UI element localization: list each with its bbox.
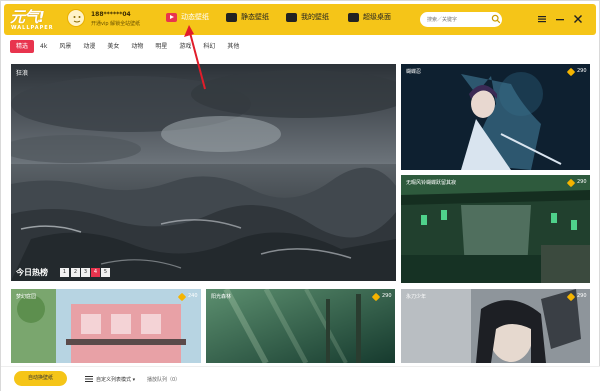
card-title: 阳光森林 [211, 294, 232, 300]
nav-static-wallpaper[interactable]: 静态壁纸 [226, 10, 269, 24]
price-badge: 290 [371, 292, 392, 301]
price-badge: 290 [566, 292, 587, 301]
annotation-arrow-icon [184, 25, 206, 90]
play-icon [166, 12, 177, 22]
logo-text: 元气! [10, 8, 45, 26]
playlist-button[interactable]: 播放队列（0） [147, 376, 180, 383]
minimize-icon[interactable] [554, 13, 566, 25]
nav-dynamic-wallpaper[interactable]: 动态壁纸 [166, 10, 209, 24]
nav-label: 超级桌面 [363, 13, 391, 21]
hero-wallpaper[interactable] [11, 64, 396, 281]
wallpaper-card[interactable]: 蝴蝶忍 290 [401, 64, 590, 170]
close-icon[interactable] [572, 13, 584, 25]
list-icon [85, 376, 93, 382]
card-title: 永刀少年 [406, 294, 427, 300]
folder-icon [286, 12, 297, 22]
page-button[interactable]: 1 [60, 268, 69, 277]
image-icon [226, 12, 237, 22]
page-button-active[interactable]: 4 [91, 268, 100, 277]
user-id[interactable]: 188******04 [91, 11, 131, 18]
thumbnail-image [206, 289, 395, 363]
price-badge: 290 [566, 178, 587, 187]
avatar[interactable] [67, 9, 85, 27]
nav-my-wallpaper[interactable]: 我的壁纸 [286, 10, 329, 24]
hot-list-title: 今日热榜 [16, 268, 48, 277]
category-tab[interactable]: 动漫 [77, 40, 101, 53]
app-window: 元气! WALLPAPER 188******04 开通vip 解锁全站壁纸 动… [0, 0, 600, 392]
price-badge: 290 [566, 67, 587, 76]
category-tab[interactable]: 4k [34, 40, 53, 53]
hero-title: 狂浪 [16, 70, 29, 77]
wallpaper-card[interactable]: 梦幻庭园 240 [11, 289, 201, 363]
price-value: 240 [188, 293, 198, 299]
price-value: 290 [382, 293, 392, 299]
thumbnail-image [401, 64, 590, 170]
page-button[interactable]: 2 [71, 268, 80, 277]
list-mode-dropdown[interactable]: 自定义列表模式 ▾ [96, 376, 135, 383]
price-value: 290 [577, 68, 587, 74]
coin-icon [566, 67, 576, 76]
card-title: 无暇风铃蝴蝶跃留其寂 [406, 180, 457, 186]
coin-icon [371, 292, 381, 301]
logo-subtext: WALLPAPER [11, 25, 54, 31]
page-button[interactable]: 3 [81, 268, 90, 277]
thumbnail-image [401, 175, 590, 283]
price-value: 290 [577, 293, 587, 299]
category-tab[interactable]: 精选 [10, 40, 35, 53]
desktop-icon [348, 12, 359, 22]
coin-icon [566, 178, 576, 187]
card-title: 蝴蝶忍 [406, 69, 422, 75]
category-tab[interactable]: 动物 [125, 40, 149, 53]
nav-super-desktop[interactable]: 超级桌面 [348, 10, 391, 24]
coin-icon [177, 292, 187, 301]
nav-label: 静态壁纸 [241, 13, 269, 21]
category-tab[interactable]: 美女 [101, 40, 125, 53]
thumbnail-image [11, 289, 201, 363]
category-tab[interactable]: 风景 [53, 40, 77, 53]
coin-icon [566, 292, 576, 301]
wallpaper-card[interactable]: 阳光森林 290 [206, 289, 395, 363]
search-icon[interactable] [491, 14, 501, 24]
wallpaper-card[interactable]: 无暇风铃蝴蝶跃留其寂 290 [401, 175, 590, 283]
page-button[interactable]: 5 [101, 268, 110, 277]
price-badge: 240 [177, 292, 198, 301]
vip-prompt[interactable]: 开通vip 解锁全站壁纸 [91, 20, 140, 27]
category-tab[interactable]: 其他 [221, 40, 245, 53]
thumbnail-image [401, 289, 590, 363]
search-input[interactable] [420, 12, 502, 27]
menu-icon[interactable] [536, 13, 548, 25]
wallpaper-card[interactable]: 永刀少年 290 [401, 289, 590, 363]
auto-change-wallpaper-button[interactable]: 自动换壁纸 [14, 371, 67, 386]
price-value: 290 [577, 179, 587, 185]
app-logo[interactable]: 元气! WALLPAPER [10, 6, 53, 33]
card-title: 梦幻庭园 [16, 294, 37, 300]
nav-label: 我的壁纸 [301, 13, 329, 21]
category-tab[interactable]: 明星 [149, 40, 173, 53]
nav-label: 动态壁纸 [181, 13, 209, 21]
hero-image [11, 64, 396, 281]
